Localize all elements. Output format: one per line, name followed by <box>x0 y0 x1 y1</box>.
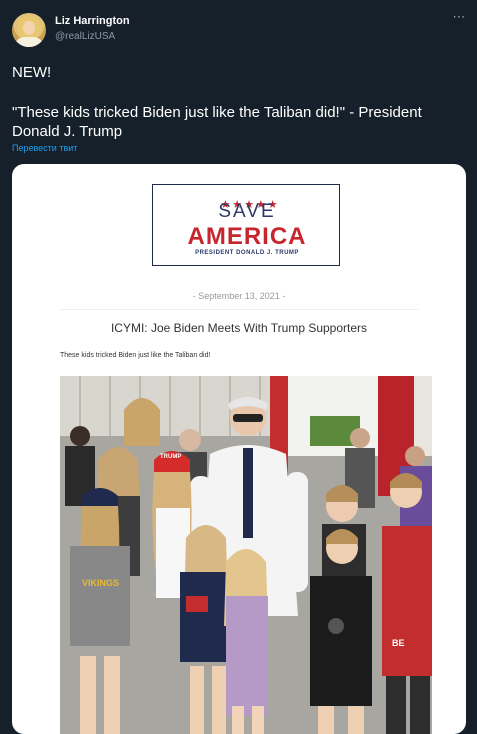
translate-tweet-link[interactable]: Перевести твит <box>12 143 77 153</box>
card-divider <box>60 309 418 310</box>
logo-america-text: AMERICA <box>187 223 307 250</box>
media-card[interactable]: ★★★★★ SAVE AMERICA PRESIDENT DONALD J. T… <box>12 164 466 734</box>
card-date: - September 13, 2021 - <box>192 291 286 301</box>
logo-save-text: SAVE <box>218 201 276 222</box>
avatar-shirt <box>16 37 42 47</box>
logo-president-text: PRESIDENT DONALD J. TRUMP <box>195 250 299 256</box>
tweet-text-line1: NEW! <box>12 64 52 81</box>
tweet-text-line2: "These kids tricked Biden just like the … <box>12 104 422 140</box>
tweet: Liz Harrington @realLizUSA ⋯ NEW! "These… <box>0 0 477 734</box>
avatar[interactable] <box>12 13 46 47</box>
author-handle[interactable]: @realLizUSA <box>55 31 115 42</box>
photo-group: TRUMP VIKINGS BE <box>60 376 432 734</box>
author-display-name[interactable]: Liz Harrington <box>55 15 130 27</box>
save-america-logo: ★★★★★ SAVE AMERICA PRESIDENT DONALD J. T… <box>152 184 340 266</box>
svg-text:BE: BE <box>392 638 405 648</box>
photo-illustration: TRUMP VIKINGS BE <box>60 376 432 734</box>
card-subhead: These kids tricked Biden just like the T… <box>60 352 211 359</box>
more-options-icon[interactable]: ⋯ <box>451 10 467 28</box>
hat-text: TRUMP <box>160 454 181 460</box>
avatar-face <box>23 21 35 35</box>
svg-text:VIKINGS: VIKINGS <box>82 578 119 588</box>
card-headline: ICYMI: Joe Biden Meets With Trump Suppor… <box>110 321 368 335</box>
